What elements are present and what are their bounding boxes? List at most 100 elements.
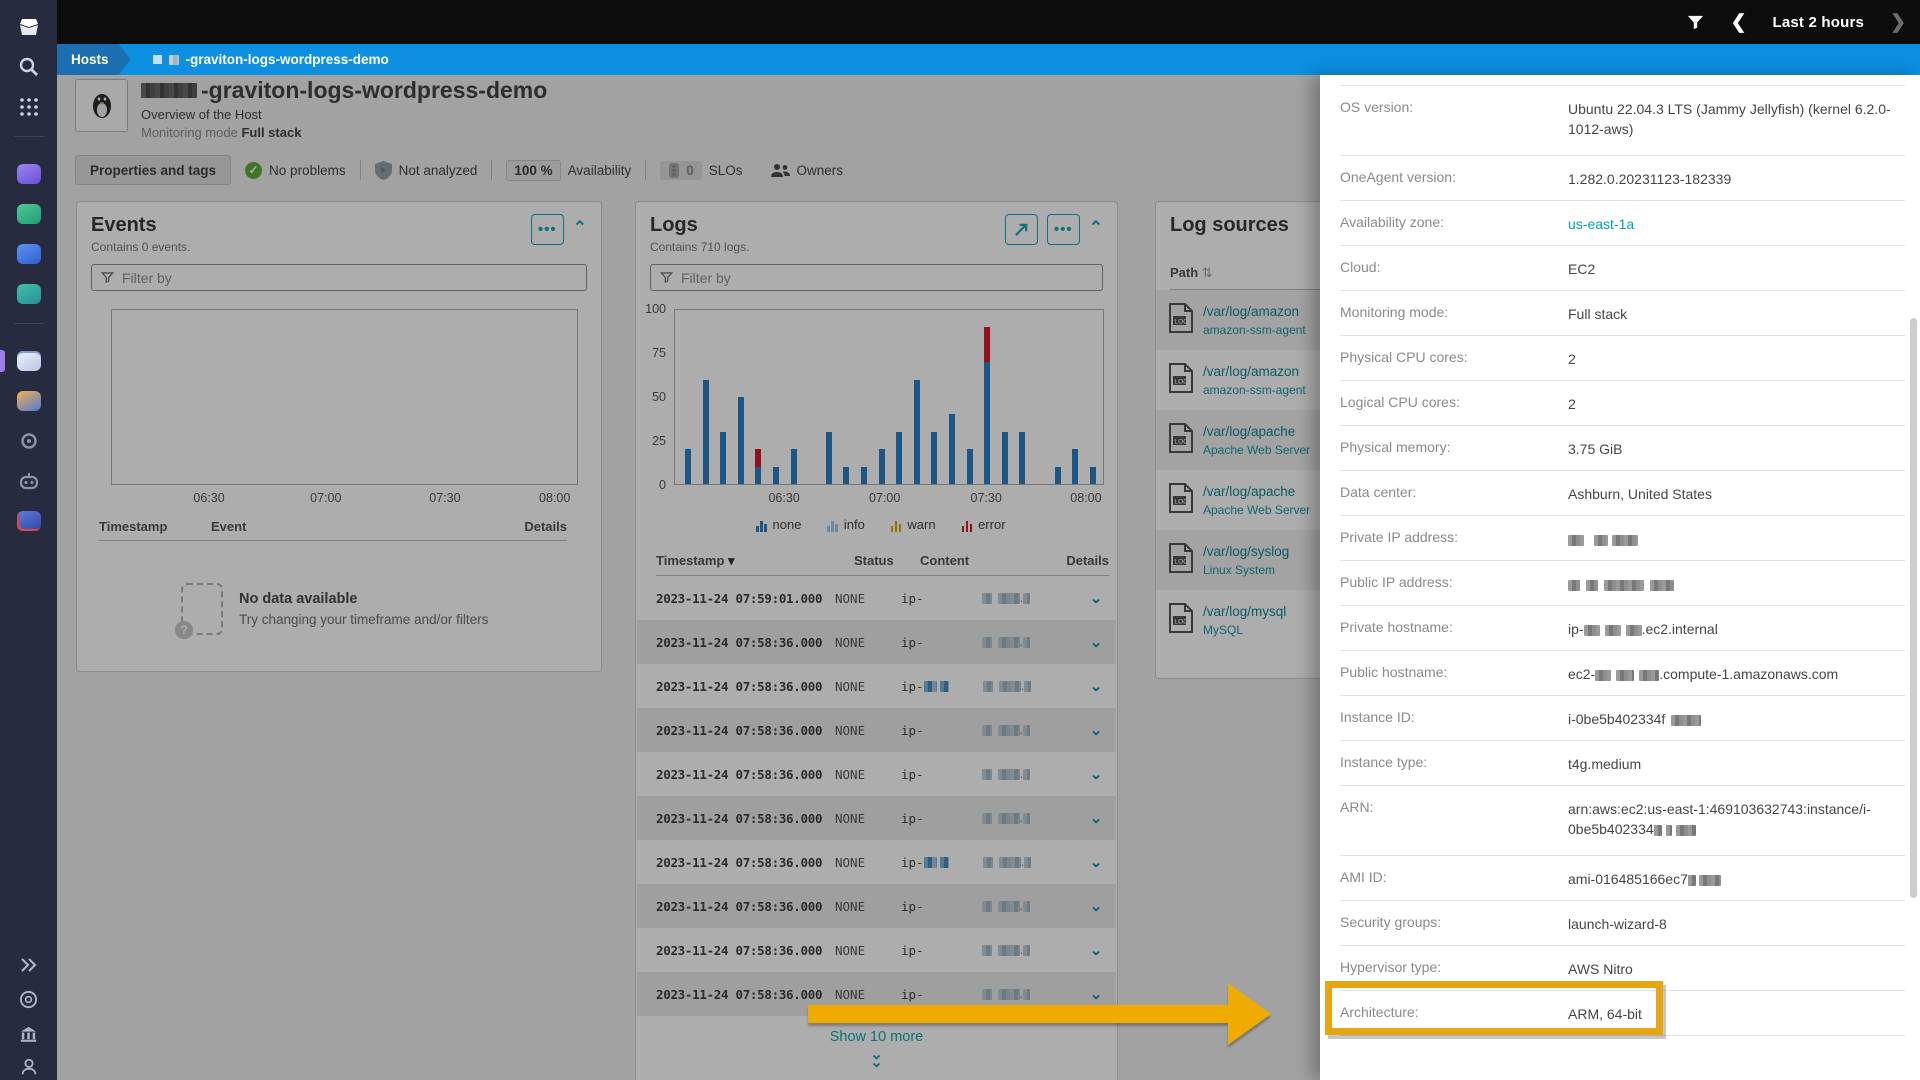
log-bar[interactable] [685, 449, 691, 484]
hosts-app-icon[interactable] [16, 348, 42, 374]
log-bar-error[interactable] [984, 327, 990, 362]
col-status[interactable]: Status [854, 553, 920, 569]
log-bar[interactable] [861, 467, 867, 484]
tab-properties-and-tags[interactable]: Properties and tags [75, 155, 231, 185]
log-source-path[interactable]: /var/log/amazon [1203, 304, 1306, 319]
availability-status[interactable]: 100 % Availability [492, 160, 645, 181]
table-row[interactable]: 2023-11-24 07:58:36.000NONEip-.⌄ [637, 752, 1116, 796]
table-row[interactable]: 2023-11-24 07:58:36.000NONEip-.⌄ [637, 796, 1116, 840]
list-item[interactable]: LOG/var/log/amazonamazon-ssm-agent [1156, 290, 1320, 350]
breadcrumb-hosts[interactable]: Hosts [57, 44, 131, 75]
list-item[interactable]: LOG/var/log/apacheApache Web Server [1156, 470, 1320, 530]
owners-status[interactable]: Owners [757, 163, 858, 178]
availability-zone-link[interactable]: us-east-1a [1568, 216, 1634, 232]
account-bank-icon[interactable] [16, 1020, 42, 1046]
logs-open-in-new-button[interactable] [1005, 214, 1038, 245]
list-item[interactable]: LOG/var/log/mysqlMySQL [1156, 590, 1320, 650]
col-details[interactable]: Details [524, 519, 567, 534]
log-bar[interactable] [914, 380, 920, 484]
help-icon[interactable] [16, 986, 42, 1012]
table-row[interactable]: 2023-11-24 07:58:36.000NONEip-.⌄ [637, 664, 1116, 708]
log-bar[interactable] [1072, 449, 1078, 484]
log-bar[interactable] [949, 414, 955, 484]
log-bar[interactable] [843, 467, 849, 484]
search-icon[interactable] [16, 54, 42, 80]
services-app-icon[interactable] [16, 281, 42, 307]
row-expand-chevron-icon[interactable]: ⌄ [1076, 897, 1116, 915]
events-more-actions-button[interactable]: ••• [531, 214, 564, 245]
table-row[interactable]: 2023-11-24 07:59:01.000NONEip-.⌄ [637, 576, 1116, 620]
logs-filter-input[interactable] [681, 270, 1071, 286]
log-bar[interactable] [896, 432, 902, 484]
col-content[interactable]: Content [920, 553, 1066, 569]
row-expand-chevron-icon[interactable]: ⌄ [1076, 853, 1116, 871]
col-timestamp[interactable]: Timestamp [99, 519, 211, 534]
legend-item-error[interactable]: error [962, 517, 1006, 532]
col-path[interactable]: Path ⇅ [1170, 265, 1213, 281]
logs-filter[interactable] [650, 264, 1103, 291]
col-event[interactable]: Event [211, 519, 524, 534]
timeframe-selector[interactable]: Last 2 hours [1772, 14, 1864, 31]
row-expand-chevron-icon[interactable]: ⌄ [1076, 721, 1116, 739]
dashboards-app-icon[interactable] [16, 201, 42, 227]
filter-icon[interactable] [1686, 13, 1705, 32]
log-source-path[interactable]: /var/log/mysql [1203, 604, 1286, 619]
automation-robot-icon[interactable] [16, 468, 42, 494]
deployments-app-icon[interactable] [16, 388, 42, 414]
log-bar[interactable] [931, 432, 937, 484]
table-row[interactable]: 2023-11-24 07:58:36.000NONEip-.⌄ [637, 884, 1116, 928]
log-bar[interactable] [1019, 432, 1025, 484]
table-row[interactable]: 2023-11-24 07:58:36.000NONEip-.⌄ [637, 928, 1116, 972]
col-timestamp[interactable]: Timestamp ▾ [656, 553, 854, 569]
log-source-path[interactable]: /var/log/apache [1203, 424, 1310, 439]
log-bar[interactable] [984, 362, 990, 484]
row-expand-chevron-icon[interactable]: ⌄ [1076, 677, 1116, 695]
user-profile-icon[interactable] [16, 1054, 42, 1080]
log-bar[interactable] [1055, 467, 1061, 484]
slo-status[interactable]: 0 SLOs [646, 161, 756, 180]
log-source-path[interactable]: /var/log/amazon [1203, 364, 1306, 379]
timeframe-forward-icon[interactable]: ❯ [1890, 13, 1906, 32]
row-expand-chevron-icon[interactable]: ⌄ [1076, 589, 1116, 607]
events-filter-input[interactable] [122, 270, 550, 286]
scrollbar-thumb[interactable] [1910, 318, 1917, 898]
legend-item-warn[interactable]: warn [891, 517, 936, 532]
expand-sidebar-icon[interactable] [16, 952, 42, 978]
problems-status[interactable]: ✓ No problems [231, 162, 360, 179]
expand-double-chevron-icon[interactable]: ⌄⌄ [636, 1051, 1117, 1067]
log-bar[interactable] [738, 397, 744, 484]
list-item[interactable]: LOG/var/log/apacheApache Web Server [1156, 410, 1320, 470]
log-bar[interactable] [967, 449, 973, 484]
settings-target-icon[interactable] [16, 428, 42, 454]
table-row[interactable]: 2023-11-24 07:58:36.000NONEip-.⌄ [637, 708, 1116, 752]
network-app-icon[interactable] [16, 508, 42, 534]
log-bar[interactable] [1090, 467, 1096, 484]
table-row[interactable]: 2023-11-24 07:58:36.000NONEip-.⌄ [637, 620, 1116, 664]
infrastructure-app-icon[interactable] [16, 161, 42, 187]
analysis-status[interactable]: Not analyzed [361, 161, 492, 180]
apps-grid-icon[interactable] [16, 94, 42, 120]
legend-item-none[interactable]: none [756, 517, 801, 532]
legend-item-info[interactable]: info [827, 517, 864, 532]
log-bar[interactable] [879, 449, 885, 484]
smartscape-app-icon[interactable] [16, 241, 42, 267]
log-bar[interactable] [703, 380, 709, 484]
log-bar[interactable] [791, 449, 797, 484]
list-item[interactable]: LOG/var/log/amazonamazon-ssm-agent [1156, 350, 1320, 410]
log-bar[interactable] [826, 432, 832, 484]
events-collapse-icon[interactable]: ⌃ [573, 218, 587, 238]
events-filter[interactable] [91, 264, 587, 291]
log-source-path[interactable]: /var/log/syslog [1203, 544, 1289, 559]
log-bar-error[interactable] [755, 449, 761, 466]
log-bar[interactable] [1002, 432, 1008, 484]
log-bar[interactable] [755, 467, 761, 484]
breadcrumb-entity[interactable]: -graviton-logs-wordpress-demo [153, 52, 389, 67]
row-expand-chevron-icon[interactable]: ⌄ [1076, 633, 1116, 651]
log-bar[interactable] [720, 432, 726, 484]
log-source-path[interactable]: /var/log/apache [1203, 484, 1310, 499]
logs-more-actions-button[interactable]: ••• [1047, 214, 1080, 245]
logs-collapse-icon[interactable]: ⌃ [1089, 218, 1103, 238]
row-expand-chevron-icon[interactable]: ⌄ [1076, 941, 1116, 959]
timeframe-back-icon[interactable]: ❮ [1731, 13, 1747, 32]
dynatrace-logo-icon[interactable] [16, 14, 42, 40]
